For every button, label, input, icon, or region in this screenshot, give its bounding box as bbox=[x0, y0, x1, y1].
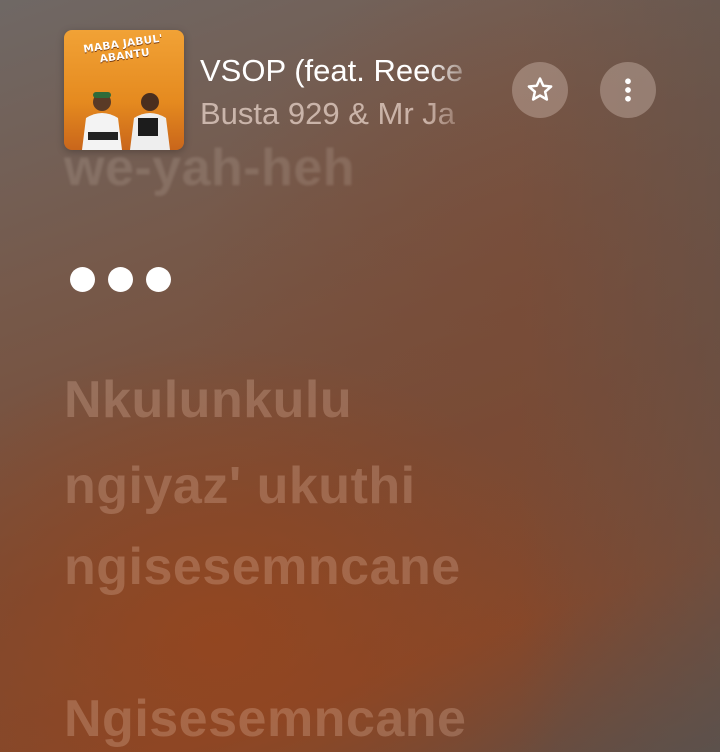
more-options-button[interactable] bbox=[600, 62, 656, 118]
vertical-ellipsis-icon bbox=[625, 78, 631, 102]
now-playing-header: MABA JABUL' ABANTU VSOP (feat. Reece Bus… bbox=[0, 0, 720, 160]
song-artist[interactable]: Busta 929 & Mr Ja bbox=[200, 95, 482, 133]
indicator-dot bbox=[108, 267, 133, 292]
instrumental-dots-indicator bbox=[70, 267, 171, 292]
lyric-line[interactable]: ngisesemncane bbox=[64, 536, 461, 598]
lyric-line[interactable]: ngiyaz' ukuthi bbox=[64, 455, 416, 517]
song-title[interactable]: VSOP (feat. Reece bbox=[200, 52, 482, 90]
indicator-dot bbox=[146, 267, 171, 292]
favorite-button[interactable] bbox=[512, 62, 568, 118]
indicator-dot bbox=[70, 267, 95, 292]
album-artwork[interactable]: MABA JABUL' ABANTU bbox=[64, 30, 184, 150]
lyric-line[interactable]: Nkulunkulu bbox=[64, 369, 352, 431]
album-art-figure-icon bbox=[82, 92, 122, 150]
album-art-figure-icon bbox=[130, 93, 170, 150]
album-art-title: MABA JABUL' ABANTU bbox=[82, 32, 164, 66]
star-outline-icon bbox=[527, 77, 553, 101]
lyric-line[interactable]: Ngisesemncane bbox=[64, 688, 466, 750]
